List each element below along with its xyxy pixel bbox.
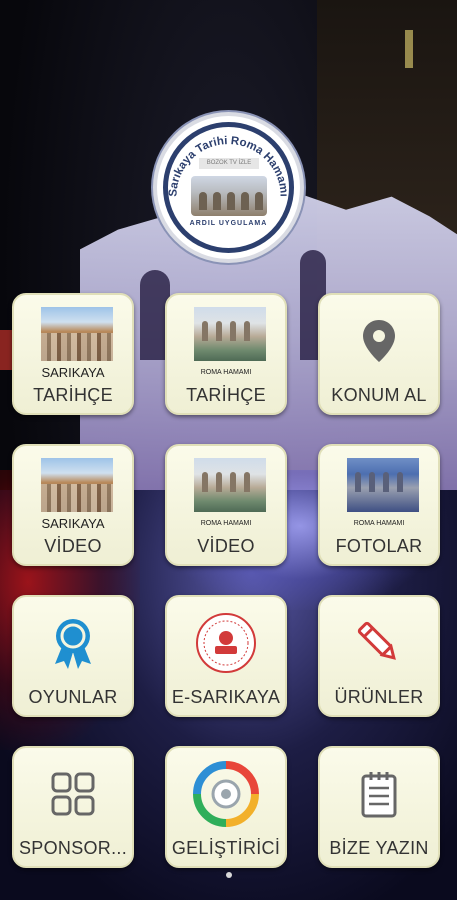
tile-sponsor[interactable]: SPONSOR... [12, 746, 134, 868]
tile-sublabel: ROMA HAMAMI [200, 369, 252, 376]
logo-subtitle: BOZOK TV İZLE [199, 158, 259, 169]
seal-stamp-icon [167, 613, 285, 673]
tile-sublabel: ROMA HAMAMI [353, 520, 405, 527]
award-ribbon-icon [14, 613, 132, 673]
tile-label: OYUNLAR [28, 687, 118, 707]
tile-label: TARİHÇE [186, 385, 266, 405]
tile-label: TARİHÇE [33, 385, 113, 405]
tile-bize-yazin[interactable]: BİZE YAZIN [318, 746, 440, 868]
tile-label: ÜRÜNLER [334, 687, 424, 707]
tile-label: VİDEO [44, 536, 102, 556]
tile-oyunlar[interactable]: OYUNLAR [12, 595, 134, 717]
tile-label: SPONSOR... [18, 838, 128, 858]
tile-sublabel: SARIKAYA [41, 516, 105, 531]
gear-cycle-icon [167, 761, 285, 827]
location-pin-icon [320, 311, 438, 371]
notepad-icon [320, 764, 438, 824]
tile-sarikaya-video[interactable]: SARIKAYA VİDEO [12, 444, 134, 566]
roma-hamami-photo [194, 458, 266, 512]
tile-label: KONUM AL [331, 385, 427, 405]
window-light [405, 30, 413, 68]
tile-label: BİZE YAZIN [329, 838, 429, 858]
tile-label: GELİŞTİRİCİ [171, 838, 281, 858]
tile-sarikaya-tarihce[interactable]: SARIKAYA TARİHÇE [12, 293, 134, 415]
tile-urunler[interactable]: ÜRÜNLER [318, 595, 440, 717]
tile-roma-hamami-video[interactable]: ROMA HAMAMI VİDEO [165, 444, 287, 566]
logo-photo [191, 176, 267, 216]
tile-label: FOTOLAR [335, 536, 423, 556]
tile-label: VİDEO [197, 536, 255, 556]
pencil-icon [320, 613, 438, 673]
page-indicator [226, 872, 232, 878]
app-logo: Sarıkaya Tarihi Roma Hamamı BOZOK TV İZL… [157, 116, 300, 259]
tile-label: E-SARIKAYA [171, 687, 281, 707]
tile-konum-al[interactable]: KONUM AL [318, 293, 440, 415]
tile-sublabel: SARIKAYA [41, 365, 105, 380]
sarikaya-city-photo [41, 458, 113, 512]
tile-roma-hamami-tarihce[interactable]: ROMA HAMAMI TARİHÇE [165, 293, 287, 415]
grid-apps-icon [14, 764, 132, 824]
tile-roma-hamami-fotolar[interactable]: ROMA HAMAMI FOTOLAR [318, 444, 440, 566]
roma-hamami-night-photo [347, 458, 419, 512]
tile-e-sarikaya[interactable]: E-SARIKAYA [165, 595, 287, 717]
tile-gelistirici[interactable]: GELİŞTİRİCİ [165, 746, 287, 868]
tile-sublabel: ROMA HAMAMI [200, 520, 252, 527]
sarikaya-city-photo [41, 307, 113, 361]
roma-hamami-photo [194, 307, 266, 361]
logo-brand: ARDIL UYGULAMA [189, 220, 268, 227]
